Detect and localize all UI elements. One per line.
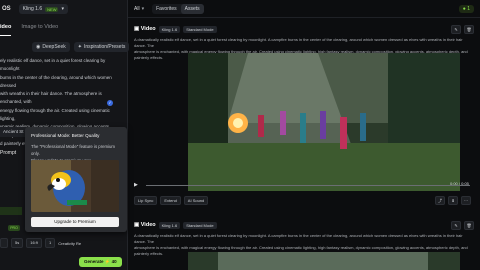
video-model-tag: Kling 1.6 xyxy=(158,25,181,33)
left-topbar: OS Kling 1.6 NEW ▾ xyxy=(0,0,127,18)
mode-tabs: ideo Image to Video xyxy=(0,22,127,36)
count-badge: ● 1 xyxy=(458,5,474,13)
inspiration-label: Inspiration/Presets xyxy=(83,44,126,50)
video2-title: ▣ Video xyxy=(134,222,156,228)
video2-thumbnail[interactable] xyxy=(188,252,460,270)
video-time: 0:00 / 0:05 xyxy=(450,181,469,186)
filter-all[interactable]: All xyxy=(134,6,140,12)
creativity-label: Creativity Re xyxy=(58,240,82,246)
generate-cost: 40 xyxy=(111,259,117,264)
play-icon[interactable]: ▶ xyxy=(134,182,138,188)
count-value: 1 xyxy=(467,6,470,12)
chevron-down-icon: ▾ xyxy=(141,5,145,12)
pro-badge[interactable]: PRO xyxy=(8,225,20,231)
control-duration[interactable]: 5s xyxy=(11,238,24,248)
deepseek-label: DeepSeek xyxy=(42,44,66,50)
lip-sync-button[interactable]: Lip Sync xyxy=(134,196,158,205)
prompt-line: burns in the center of the clearing, aro… xyxy=(0,74,112,88)
extend-button[interactable]: Extend xyxy=(160,196,181,205)
generate-label: Generate xyxy=(84,259,104,264)
edit-icon[interactable]: ✎ xyxy=(451,220,461,230)
deepseek-button[interactable]: ◉ DeepSeek xyxy=(32,42,70,52)
control-count[interactable]: 1 xyxy=(45,238,56,248)
model-label: Kling 1.6 xyxy=(22,6,43,12)
prompt-line: with wreaths in their hair dance. The at… xyxy=(0,91,102,105)
prompt-line: energy flowing through the air. Created … xyxy=(0,107,110,122)
coin-icon: ● xyxy=(462,6,466,12)
video-card-header-2: ▣ Video Kling 1.6 Standard Mode ✎ 🗑 xyxy=(128,220,480,230)
control-ratio[interactable]: 16:9 xyxy=(26,238,43,248)
model-selector[interactable]: Kling 1.6 NEW ▾ xyxy=(18,4,68,14)
main-topbar: All ▾ Favorites Assets ● 1 xyxy=(128,0,480,18)
video-actions: Lip Sync Extend AI Sound xyxy=(134,196,209,205)
video2-mode-tag: Standard Mode xyxy=(183,221,217,229)
new-badge: NEW xyxy=(45,6,59,12)
delete-icon[interactable]: 🗑 xyxy=(464,24,474,34)
edit-icon[interactable]: ✎ xyxy=(451,24,461,34)
video-card-header: ▣ Video Kling 1.6 Standard Mode ✎ 🗑 xyxy=(128,24,480,34)
prompt-line: ely realistic elf dance, set in a quiet … xyxy=(0,58,106,72)
video2-title-text: Video xyxy=(140,222,156,228)
popup-image xyxy=(31,160,119,212)
control-aspect[interactable] xyxy=(0,238,8,248)
ai-sound-button[interactable]: AI Sound xyxy=(183,196,209,205)
generation-controls: 5s 16:9 1 Creativity Re xyxy=(0,238,127,248)
video-title-text: Video xyxy=(140,26,156,32)
download-icon[interactable]: ⬇ xyxy=(448,196,458,205)
bottom-bar: Generate ⚡ 40 xyxy=(0,256,127,268)
deepseek-icon: ◉ xyxy=(36,44,41,50)
parrot-image xyxy=(31,160,119,212)
inspiration-button[interactable]: ✦ Inspiration/Presets xyxy=(73,42,130,52)
popup-title: Professional Mode: Better Quality xyxy=(31,133,100,138)
video-controls: ▶ xyxy=(134,181,474,189)
forest-scene xyxy=(188,53,460,191)
chevron-down-icon: ▾ xyxy=(61,6,64,12)
forest-strip xyxy=(188,252,460,270)
lightning-icon: ⚡ xyxy=(104,259,111,264)
seg-assets[interactable]: Assets xyxy=(180,3,204,14)
scrubber[interactable] xyxy=(145,184,470,186)
video-desc-line: A dramatically realistic elf dance, set … xyxy=(134,37,463,48)
video-icon: ▣ xyxy=(134,222,140,228)
bulb-icon: ✦ xyxy=(77,44,82,50)
delete-icon[interactable]: 🗑 xyxy=(464,220,474,230)
style-chip[interactable]: Ancient St xyxy=(0,127,27,137)
tab-text-to-video[interactable]: ideo xyxy=(0,22,12,36)
check-icon[interactable]: ✓ xyxy=(107,100,113,106)
generate-button[interactable]: Generate ⚡ 40 xyxy=(79,257,122,267)
tab-image-to-video[interactable]: Image to Video xyxy=(21,22,58,36)
share-icon[interactable]: ⤴ xyxy=(435,196,445,205)
view-segment: Favorites Assets xyxy=(152,3,204,14)
video-mode-tag: Standard Mode xyxy=(183,25,217,33)
mode-toggle[interactable] xyxy=(0,207,22,215)
video-player[interactable] xyxy=(188,53,460,191)
upgrade-button[interactable]: Upgrade to Premium xyxy=(31,217,119,227)
prompt-tools: ◉ DeepSeek ✦ Inspiration/Presets xyxy=(32,42,130,52)
video-icon-actions: ⤴ ⬇ ⋯ xyxy=(435,196,471,205)
prompt-label: Prompt xyxy=(0,150,17,156)
video2-model-tag: Kling 1.6 xyxy=(158,221,181,229)
video-title: ▣ Video xyxy=(134,26,156,32)
video2-desc-line: A dramatically realistic elf dance, set … xyxy=(134,233,463,244)
brand: OS xyxy=(2,6,11,12)
more-icon[interactable]: ⋯ xyxy=(461,196,471,205)
popup-desc-line: The "Professional Mode" feature is premi… xyxy=(31,144,116,156)
seg-favorites[interactable]: Favorites xyxy=(152,4,181,14)
video-icon: ▣ xyxy=(134,26,140,32)
